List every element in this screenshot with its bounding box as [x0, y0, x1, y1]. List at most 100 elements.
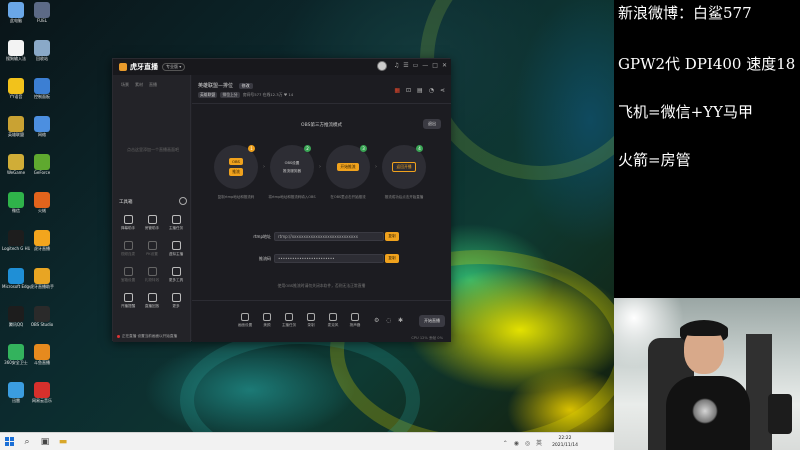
avatar[interactable] — [377, 61, 387, 71]
lock-icon[interactable]: ⊡ — [406, 87, 411, 94]
desktop-icon[interactable]: 腾讯QQ — [4, 306, 28, 327]
desktop-icon[interactable]: 英雄联盟 — [4, 116, 28, 137]
desktop-icon[interactable]: 网易云音乐 — [30, 382, 54, 403]
tab-assets[interactable]: 素材 — [135, 82, 143, 88]
stream-key-field[interactable]: •••••••••••••••••••••••• — [274, 254, 384, 263]
maximize-button[interactable]: □ — [432, 62, 438, 69]
start-live-button[interactable]: 开始直播 — [419, 315, 445, 327]
toolbox-item[interactable]: PK设置 — [141, 241, 163, 257]
desktop-icon[interactable]: 虎牙直播助手 — [30, 268, 54, 289]
taskbar-clock[interactable]: 22:22 2021/11/14 — [552, 435, 578, 449]
gift-icon[interactable]: ▦ — [394, 87, 400, 94]
share-icon[interactable]: ⋖ — [440, 87, 445, 94]
toolbox-item[interactable]: 开播提醒 — [117, 293, 139, 309]
step-arrow-icon: › — [319, 164, 321, 170]
step-arrow-icon: › — [263, 164, 265, 170]
clock-date: 2021/11/14 — [552, 443, 578, 448]
desktop-icon[interactable]: 火绒 — [30, 192, 54, 213]
bottom-tool-item[interactable]: 录制 — [300, 313, 322, 328]
desktop-icon-label: 虎牙直播助手 — [30, 284, 54, 289]
desktop-icon[interactable]: Microsoft Edge — [2, 268, 30, 289]
toolbox-item[interactable]: 礼物特效 — [141, 267, 163, 283]
toolbox-item[interactable]: 视频连麦 — [117, 241, 139, 257]
desktop-icon[interactable]: FUEL — [30, 2, 54, 23]
desktop-icon[interactable]: YY语音 — [4, 78, 28, 99]
toolbox-settings-icon[interactable] — [179, 197, 187, 205]
close-button[interactable]: ✕ — [442, 62, 447, 69]
desktop-icon[interactable]: 微信 — [4, 192, 28, 213]
task-view-icon[interactable]: ▣ — [36, 433, 54, 450]
category-chip[interactable]: 英雄联盟 — [198, 92, 218, 98]
bell-icon[interactable]: ◔ — [429, 87, 434, 94]
music-icon[interactable]: ♫ — [394, 62, 399, 69]
settings-icon[interactable]: ⚙ — [374, 317, 379, 324]
step-box: 推流 — [229, 168, 243, 176]
desktop-icon[interactable]: GeForce — [30, 154, 54, 175]
subcategory-chip[interactable]: 排位上分 — [220, 92, 240, 98]
clipboard-icon[interactable]: ▤ — [417, 87, 423, 94]
start-button[interactable] — [0, 433, 18, 450]
desktop-icon[interactable]: 控制面板 — [30, 78, 54, 99]
more-icon[interactable]: ✱ — [398, 317, 403, 324]
app-icon — [34, 382, 50, 398]
desktop-icon[interactable]: 此电脑 — [4, 2, 28, 23]
toolbox-item[interactable]: 更多工具 — [165, 267, 187, 283]
step-arrow-icon: › — [375, 164, 377, 170]
toolbox-item[interactable]: 弹幕助手 — [117, 215, 139, 231]
main-toolbar: ▦ ⊡ ▤ ◔ ⋖ — [394, 87, 445, 94]
toolbox-item[interactable]: 房管助手 — [141, 215, 163, 231]
toolbox-item[interactable]: 虚拟主播 — [165, 241, 187, 257]
step-description: 推流成功后点击开始直播 — [384, 195, 424, 199]
toolbox-item[interactable]: 更多 — [165, 293, 187, 309]
edit-title-button[interactable]: 修改 — [238, 83, 253, 89]
bottom-tool-item[interactable]: 麦克风 — [322, 313, 344, 328]
app-titlebar[interactable]: 虎牙直播 专业版 ▾ ♫ ☰ ▭ — □ ✕ — [113, 59, 451, 75]
copy-key-button[interactable]: 复制 — [385, 254, 399, 263]
desktop-icon[interactable]: 斗鱼直播 — [30, 344, 54, 365]
edition-badge[interactable]: 专业版 ▾ — [162, 63, 186, 71]
app-icon — [8, 40, 24, 56]
bottom-tool-item[interactable]: 画面设置 — [234, 313, 256, 328]
system-tray[interactable]: ⌃ ◉ ◎ 英 — [503, 438, 544, 447]
toolbox-item[interactable]: 主播任务 — [165, 215, 187, 231]
file-explorer-icon[interactable]: ▬ — [54, 433, 72, 450]
desktop-icon[interactable]: 搜狗输入法 — [4, 40, 28, 61]
tool-label: 宝箱设置 — [120, 278, 136, 282]
obs-hint: 使用OBS推流时请勿关闭本软件，否则无法正常直播 — [277, 283, 366, 288]
main-panel: 英雄联盟—排位 修改 英雄联盟 排位上分 房间号577 在线12.3万 ♥ 14… — [192, 75, 451, 342]
tool-icon — [123, 293, 133, 302]
desktop-icon[interactable]: 迅雷 — [4, 382, 28, 403]
bottom-tool-item[interactable]: 美颜 — [256, 313, 278, 328]
sidebar: 场景 素材 直播 点击这里添加一个直播画面吧 工具箱 弹幕助手 房管助手 主播任务视… — [113, 75, 191, 342]
tool-label: 主播任务 — [168, 226, 184, 230]
desktop-icon[interactable]: 虎牙直播 — [30, 230, 54, 251]
copy-rtmp-button[interactable]: 复制 — [385, 232, 399, 241]
desktop-icon[interactable]: 网络 — [30, 116, 54, 137]
toolbox-item[interactable]: 宝箱设置 — [117, 267, 139, 283]
window-controls: ♫ ☰ ▭ — □ ✕ — [394, 62, 447, 69]
app-icon — [34, 78, 50, 94]
skin-icon[interactable]: ▭ — [413, 62, 419, 69]
tool-icon — [147, 293, 157, 302]
desktop-icon[interactable]: Logitech G HUB — [2, 230, 30, 251]
bottom-tool-item[interactable]: 主播任务 — [278, 313, 300, 328]
desktop-icon-label: Logitech G HUB — [2, 246, 30, 251]
desktop-icon[interactable]: OBS Studio — [30, 306, 54, 327]
help-icon[interactable]: ◌ — [386, 317, 391, 324]
empty-scene-hint[interactable]: 点击这里添加一个直播画面吧 — [121, 147, 185, 153]
desktop-icon[interactable]: 360安全卫士 — [4, 344, 28, 365]
search-icon[interactable]: ⌕ — [18, 433, 36, 450]
exit-obs-mode-button[interactable]: 退出 — [423, 119, 441, 129]
bottom-tool-item[interactable]: 扬声器 — [344, 313, 366, 328]
weibo-line: 新浪微博：白鲨577 — [618, 4, 752, 22]
toolbox-item[interactable]: 直播回放 — [141, 293, 163, 309]
minimize-button[interactable]: — — [422, 62, 428, 69]
tab-live[interactable]: 直播 — [149, 82, 157, 88]
tool-icon — [171, 293, 181, 302]
menu-icon[interactable]: ☰ — [403, 62, 408, 69]
tab-scene[interactable]: 场景 — [121, 82, 129, 88]
desktop-icon[interactable]: WeGame — [4, 154, 28, 175]
rtmp-field[interactable]: rtmp://xxxxxxxxxxxxxxxxxxxxxxxxxxxx — [274, 232, 384, 241]
desktop-icon[interactable]: 回收站 — [30, 40, 54, 61]
divider — [192, 103, 451, 104]
